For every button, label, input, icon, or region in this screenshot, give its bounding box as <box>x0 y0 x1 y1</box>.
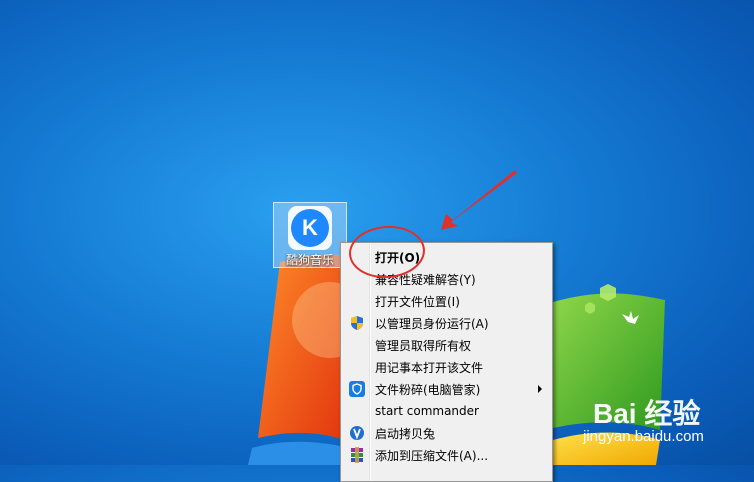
tencent-shield-icon <box>349 381 365 397</box>
context-menu: 打开(O) 兼容性疑难解答(Y) 打开文件位置(I) 以管理员身份运行(A) 管… <box>340 242 553 482</box>
kugou-app-icon: K <box>288 206 332 250</box>
uac-shield-icon <box>351 316 363 330</box>
desktop-shortcut-label: 酷狗音乐 <box>285 253 334 267</box>
submenu-arrow-icon <box>538 385 542 393</box>
windows-flag-blue <box>248 441 340 465</box>
copy-rabbit-icon <box>350 426 364 440</box>
red-arrow <box>441 170 517 230</box>
watermark-brand: Bai 经验 <box>593 398 701 429</box>
baidu-jingyan-watermark: Bai 经验 jingyan.baidu.com <box>583 388 753 460</box>
menu-item-add-to-archive[interactable]: 添加到压缩文件(A)... <box>343 444 550 466</box>
menu-item-open-with-notepad[interactable]: 用记事本打开该文件 <box>343 356 550 378</box>
menu-item-file-shredder[interactable]: 文件粉碎(电脑管家) <box>343 378 550 400</box>
menu-item-run-as-admin[interactable]: 以管理员身份运行(A) <box>343 312 550 334</box>
desktop-shortcut-kugou[interactable]: K 酷狗音乐 <box>273 202 347 268</box>
menu-item-copy-rabbit[interactable]: 启动拷贝兔 <box>343 422 550 444</box>
winrar-icon <box>351 447 363 463</box>
watermark-url: jingyan.baidu.com <box>583 428 704 445</box>
menu-item-start-commander[interactable]: start commander <box>343 400 550 422</box>
menu-item-open-file-location[interactable]: 打开文件位置(I) <box>343 290 550 312</box>
menu-item-take-ownership[interactable]: 管理员取得所有权 <box>343 334 550 356</box>
